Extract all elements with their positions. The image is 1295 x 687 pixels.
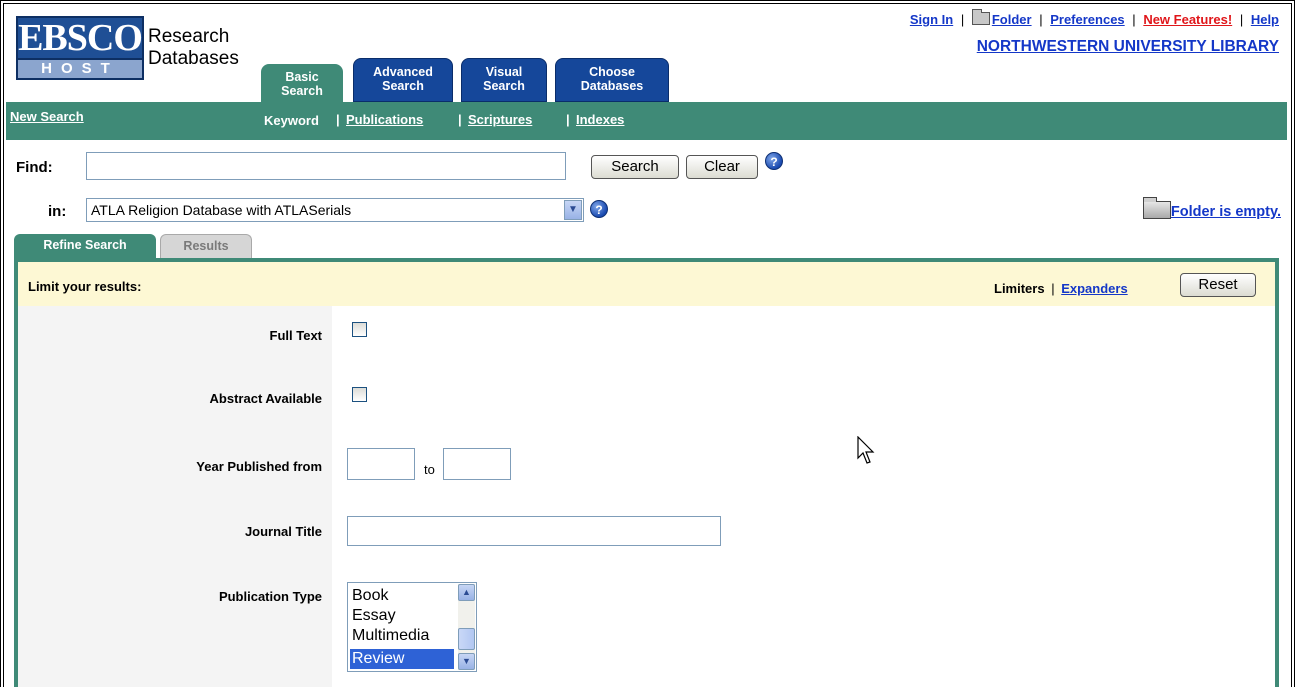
year-from-input[interactable] — [347, 448, 415, 480]
database-select[interactable]: ATLA Religion Database with ATLASerials … — [86, 198, 584, 222]
tab-label: Advanced — [373, 65, 433, 79]
refine-panel: Limit your results: Limiters | Expanders… — [14, 258, 1279, 687]
tab-refine-search[interactable]: Refine Search — [14, 234, 156, 258]
tab-label: Search — [483, 79, 525, 93]
limit-bar: Limit your results: Limiters | Expanders… — [18, 262, 1275, 306]
help-icon[interactable]: ? — [765, 152, 783, 170]
tab-visual-search[interactable]: Visual Search — [461, 58, 547, 102]
preferences-link[interactable]: Preferences — [1050, 12, 1124, 27]
limiter-labels-column: Full Text Abstract Available Year Publis… — [18, 306, 332, 687]
scroll-up-icon[interactable]: ▲ — [458, 584, 475, 601]
tab-advanced-search[interactable]: Advanced Search — [353, 58, 453, 102]
tab-label: Databases — [580, 79, 644, 93]
listbox-scrollbar[interactable]: ▲ ▼ — [458, 584, 475, 670]
logo-tagline: Research Databases — [148, 26, 239, 70]
full-text-label: Full Text — [269, 328, 322, 343]
tab-label: Visual — [485, 65, 523, 79]
folder-link[interactable]: Folder — [992, 12, 1032, 27]
find-input[interactable] — [86, 152, 566, 180]
nav-separator: | — [566, 112, 570, 127]
help-icon[interactable]: ? — [590, 200, 608, 218]
list-item[interactable]: Essay — [350, 606, 454, 626]
nav-scriptures[interactable]: Scriptures — [468, 112, 532, 127]
reset-button[interactable]: Reset — [1180, 273, 1256, 297]
journal-title-input[interactable] — [347, 516, 721, 546]
list-item-selected[interactable]: Review — [349, 648, 455, 670]
full-text-checkbox[interactable] — [352, 322, 367, 337]
folder-status-link[interactable]: Folder is empty. — [1142, 197, 1281, 220]
search-mode-bar: New Search Keyword | Publications | Scri… — [6, 102, 1287, 140]
expanders-link[interactable]: Expanders — [1061, 281, 1127, 296]
scroll-thumb[interactable] — [458, 628, 475, 650]
link-separator: | — [1132, 12, 1136, 27]
tab-choose-databases[interactable]: Choose Databases — [555, 58, 669, 102]
logo-line-1: Research — [148, 26, 230, 47]
tab-basic-search[interactable]: Basic Search — [261, 64, 343, 102]
nav-separator: | — [458, 112, 462, 127]
folder-icon — [1142, 197, 1171, 219]
help-link[interactable]: Help — [1251, 12, 1279, 27]
sign-in-link[interactable]: Sign In — [910, 12, 953, 27]
search-button[interactable]: Search — [591, 155, 679, 179]
link-separator: | — [1039, 12, 1043, 27]
limiters-expanders: Limiters | Expanders — [994, 281, 1128, 296]
tab-label: Basic — [285, 70, 319, 84]
limiters-label: Limiters — [994, 281, 1045, 296]
tab-label: Search — [281, 84, 323, 98]
abstract-checkbox[interactable] — [352, 387, 367, 402]
nav-indexes[interactable]: Indexes — [576, 112, 624, 127]
link-separator: | — [960, 12, 965, 27]
logo-brand-bottom: HOST — [16, 60, 144, 80]
clear-button[interactable]: Clear — [686, 155, 758, 179]
limit-header: Limit your results: — [28, 279, 142, 294]
find-label: Find: — [16, 159, 53, 176]
year-to-input[interactable] — [443, 448, 511, 480]
limiter-separator: | — [1051, 281, 1055, 296]
header: EBSCO HOST Research Databases Basic Sear… — [6, 6, 1287, 102]
new-features-link[interactable]: New Features! — [1143, 12, 1232, 27]
nav-separator: | — [336, 112, 340, 127]
tab-results[interactable]: Results — [160, 234, 252, 258]
year-to-label: to — [424, 462, 435, 477]
folder-status-text: Folder is empty. — [1170, 204, 1281, 220]
institution-link[interactable]: NORTHWESTERN UNIVERSITY LIBRARY — [977, 38, 1279, 56]
nav-keyword[interactable]: Keyword — [264, 113, 319, 128]
ebscohost-logo[interactable]: EBSCO HOST — [16, 16, 144, 80]
tab-label: Search — [382, 79, 424, 93]
abstract-label: Abstract Available — [209, 391, 322, 406]
publication-type-listbox[interactable]: Book Essay Multimedia Review ▲ ▼ — [347, 582, 477, 672]
scroll-down-icon[interactable]: ▼ — [458, 653, 475, 670]
year-published-label: Year Published from — [196, 459, 322, 474]
in-label: in: — [48, 203, 67, 220]
list-item[interactable]: Book — [350, 586, 454, 606]
link-separator: | — [1239, 12, 1244, 27]
nav-publications[interactable]: Publications — [346, 112, 423, 127]
mouse-cursor-icon — [857, 436, 875, 464]
database-select-value: ATLA Religion Database with ATLASerials — [91, 202, 352, 218]
publication-type-label: Publication Type — [218, 589, 322, 604]
tab-label: Choose — [589, 65, 635, 79]
top-links: Sign In | Folder | Preferences | New Fea… — [910, 9, 1279, 27]
new-search-link[interactable]: New Search — [10, 109, 84, 124]
logo-brand-top: EBSCO — [16, 16, 144, 60]
list-item[interactable]: Multimedia — [350, 626, 454, 646]
chevron-down-icon[interactable]: ▼ — [564, 200, 582, 220]
journal-title-label: Journal Title — [244, 524, 322, 539]
folder-icon — [971, 9, 990, 25]
logo-line-2: Databases — [148, 48, 239, 69]
